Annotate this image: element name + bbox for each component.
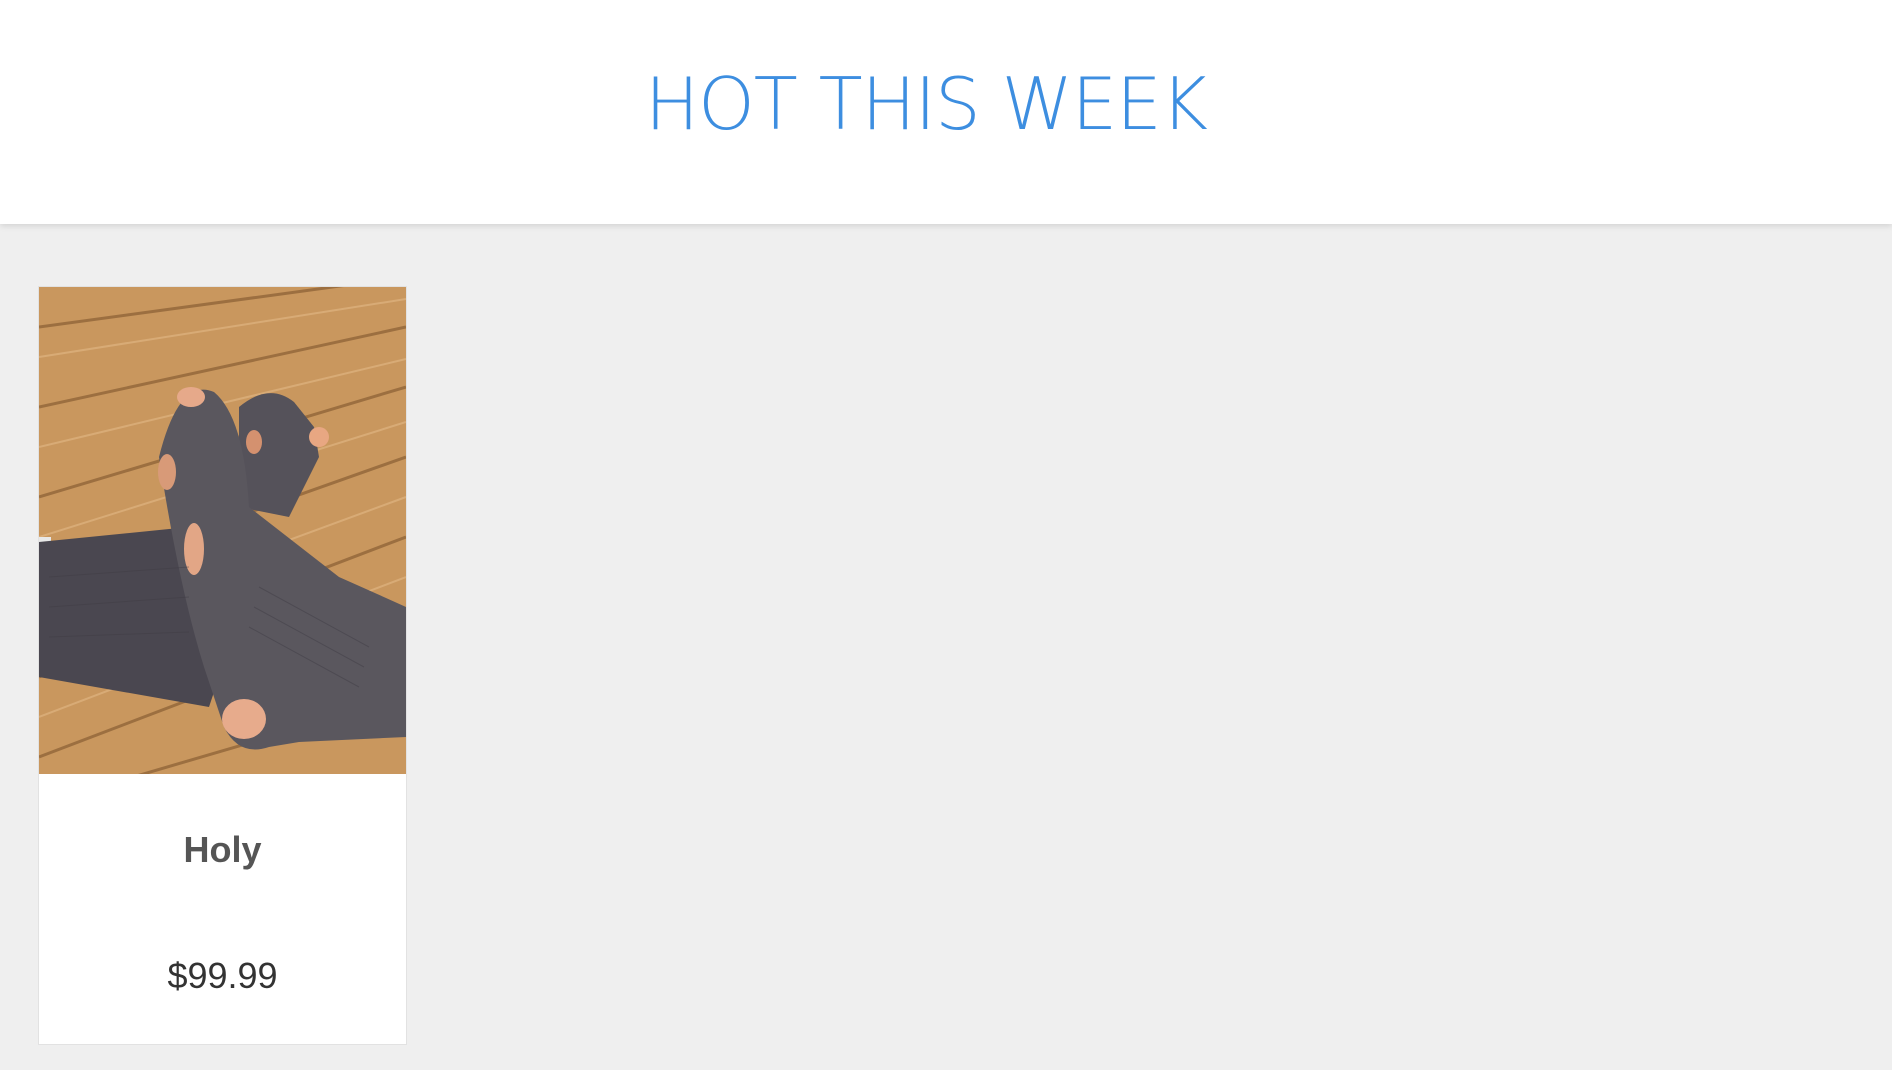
product-card[interactable]: Holy $99.99 — [39, 287, 406, 1044]
product-price: $99.99 — [167, 955, 278, 996]
worn-socks-photo[interactable] — [39, 287, 406, 774]
page-header: HOT THIS WEEK — [0, 0, 1892, 224]
page-title: HOT THIS WEEK — [644, 62, 1208, 146]
product-name[interactable]: Holy — [39, 829, 406, 871]
